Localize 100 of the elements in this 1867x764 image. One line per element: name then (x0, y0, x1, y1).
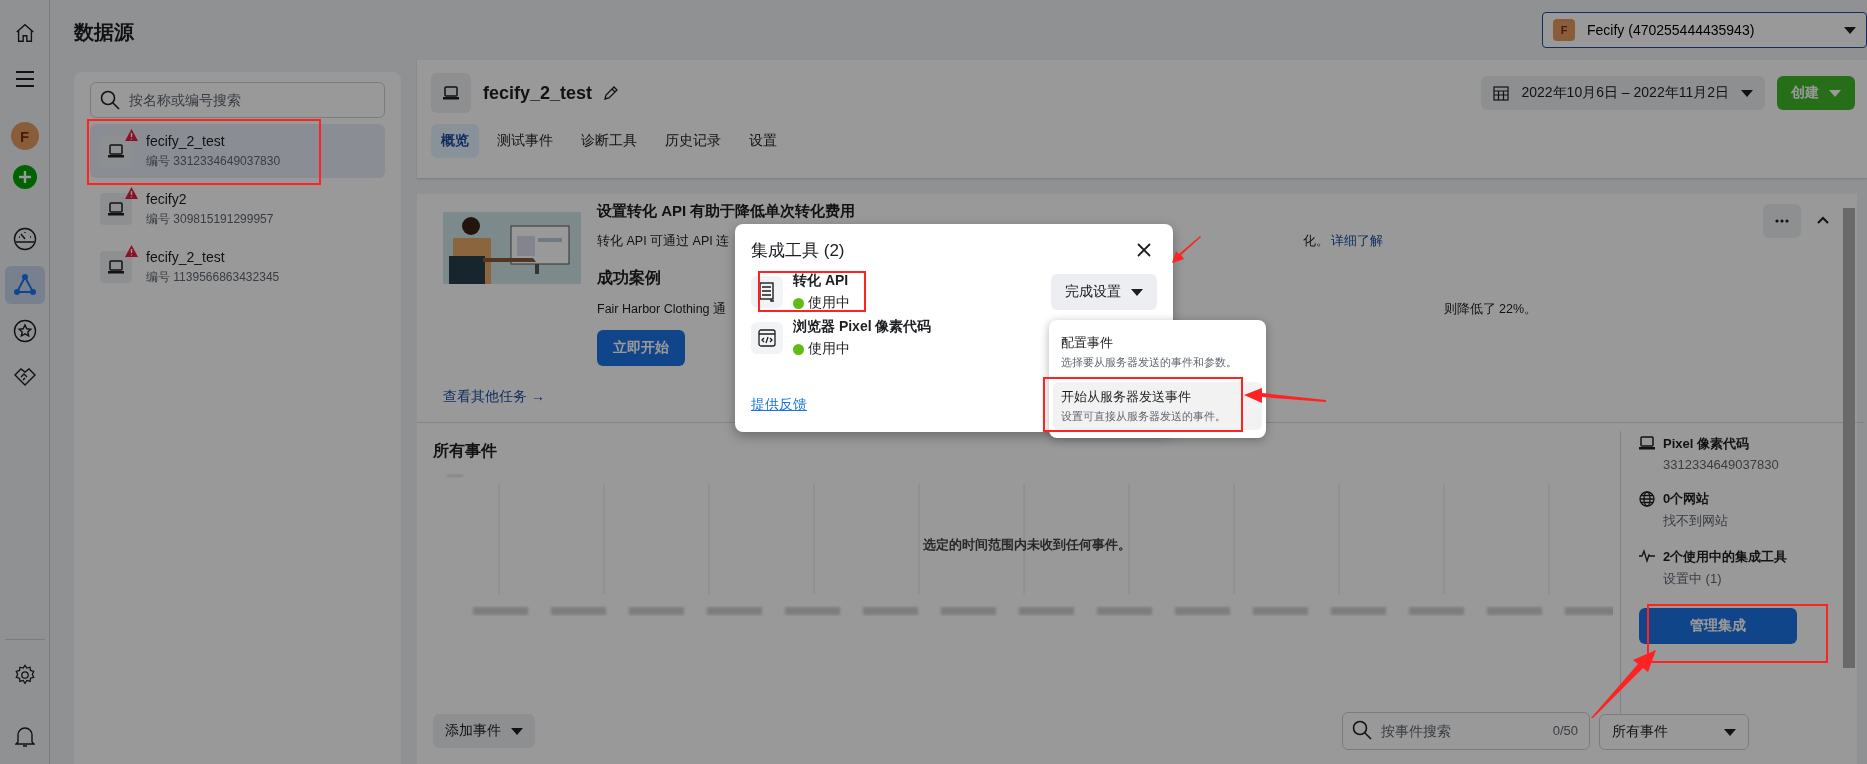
blurred-label (629, 607, 684, 615)
menu-item-title: 开始从服务器发送事件 (1061, 388, 1192, 406)
scrollbar[interactable] (1843, 208, 1855, 668)
search-icon (1352, 720, 1372, 740)
add-event-button[interactable]: 添加事件 (433, 714, 535, 748)
page-title: 数据源 (74, 19, 134, 45)
blurred-label (707, 607, 762, 615)
empty-message: 选定的时间范围内未收到任何事件。 (921, 536, 1132, 554)
handshake-icon[interactable] (12, 367, 37, 387)
pencil-icon[interactable] (604, 86, 619, 100)
source-item[interactable]: fecify_2_test 编号 3312334649037830 (90, 124, 385, 178)
pulse-icon (1639, 549, 1655, 563)
promo-title: 设置转化 API 有助于降低单次转化费用 (597, 202, 856, 221)
menu-item-title: 配置事件 (1061, 334, 1114, 352)
calendar-icon (1493, 85, 1510, 101)
section-title: 所有事件 (433, 441, 498, 461)
blurred-label (1019, 607, 1074, 615)
source-name: fecify_2_test (146, 248, 226, 265)
settings-icon[interactable] (13, 664, 36, 686)
summary-subtitle: 设置中 (1) (1663, 570, 1723, 588)
tab[interactable]: 设置 (739, 124, 787, 158)
blurred-label (1253, 607, 1308, 615)
source-title: fecify_2_test (483, 82, 593, 104)
annotation-arrow (1172, 236, 1202, 264)
home-icon[interactable] (13, 22, 36, 44)
globe-icon (1639, 491, 1655, 507)
menu-icon[interactable] (14, 70, 35, 88)
blurred-label (1175, 607, 1230, 615)
case-text: 则降低了 22%。 (1443, 301, 1537, 318)
summary-title: 2个使用中的集成工具 (1663, 548, 1788, 566)
case-text: Fair Harbor Clothing 通 (597, 301, 726, 318)
caret-icon (1724, 728, 1736, 736)
source-name: fecify2 (146, 190, 188, 207)
summary-subtitle: 3312334649037830 (1663, 457, 1779, 472)
date-range-button[interactable]: 2022年10月6日 – 2022年11月2日 (1481, 76, 1765, 110)
status-dot (793, 343, 804, 355)
character-count: 0/50 (1552, 723, 1578, 738)
source-id: 编号 3312334649037830 (146, 152, 281, 170)
menu-item-description: 选择要从服务器发送的事件和参数。 (1061, 355, 1238, 370)
promo-text: 化。 (1303, 233, 1329, 250)
gauge-icon[interactable] (12, 227, 37, 251)
search-field[interactable]: 按名称或编号搜索 (90, 82, 385, 118)
server-icon (759, 282, 775, 302)
rail-item[interactable] (4, 266, 45, 304)
tab[interactable]: 历史记录 (655, 124, 731, 158)
menu-item[interactable]: 配置事件 选择要从服务器发送的事件和参数。 (1053, 328, 1262, 376)
blurred-label (551, 607, 606, 615)
tab[interactable]: 测试事件 (487, 124, 563, 158)
blurred-label (863, 607, 918, 615)
source-id: 编号 1139566863432345 (146, 268, 280, 286)
other-tasks-link[interactable]: 查看其他任务 → (443, 388, 545, 406)
source-id: 编号 309815191299957 (146, 210, 274, 228)
integration-name: 转化 API (793, 272, 850, 290)
dialog-title: 集成工具 (2) (751, 239, 845, 262)
finish-setup-button[interactable]: 完成设置 (1051, 274, 1157, 310)
laptop-icon (443, 86, 459, 100)
integration-status: 使用中 (808, 340, 850, 358)
menu-item-description: 设置可直接从服务器发送的事件。 (1061, 409, 1227, 424)
summary-subtitle: 找不到网站 (1663, 512, 1728, 530)
integration-status: 使用中 (808, 294, 850, 312)
caret-icon (1131, 288, 1143, 296)
menu-item[interactable]: 开始从服务器发送事件 设置可直接从服务器发送的事件。 (1053, 382, 1262, 430)
summary-title: Pixel 像素代码 (1663, 435, 1750, 453)
annotation-arrow (1590, 650, 1656, 718)
blurred-label (785, 607, 840, 615)
more-icon (1775, 219, 1789, 223)
caret-icon (1829, 89, 1841, 97)
learn-more-link[interactable]: 详细了解 (1331, 233, 1383, 250)
laptop-icon (1639, 436, 1655, 450)
blurred-label (1409, 607, 1464, 615)
account-selector[interactable]: F Fecify (470255444435943) (1542, 12, 1867, 48)
collapse-icon[interactable] (1817, 216, 1829, 224)
case-title: 成功案例 (597, 268, 661, 288)
bell-icon[interactable] (14, 726, 35, 748)
laptop-icon (108, 260, 124, 274)
search-icon (100, 90, 120, 110)
tab[interactable]: 概览 (431, 124, 479, 158)
promo-text: 转化 API 可通过 API 连 (597, 233, 730, 250)
caret-icon (511, 727, 523, 735)
blurred-label (1565, 607, 1613, 615)
source-item[interactable]: fecify2 编号 309815191299957 (90, 182, 385, 236)
blurred-label (1487, 607, 1542, 615)
laptop-icon (108, 144, 124, 158)
add-icon[interactable] (12, 165, 37, 189)
blurred-label (1097, 607, 1152, 615)
tab[interactable]: 诊断工具 (571, 124, 647, 158)
source-name: fecify_2_test (146, 132, 226, 149)
integration-name: 浏览器 Pixel 像素代码 (793, 318, 932, 336)
caret-icon (1741, 89, 1753, 97)
blurred-label (1331, 607, 1386, 615)
close-icon[interactable] (1137, 243, 1151, 257)
event-filter-select[interactable]: 所有事件 (1599, 714, 1749, 750)
manage-integrations-button[interactable]: 管理集成 (1639, 608, 1797, 644)
laptop-icon (108, 202, 124, 216)
status-dot (793, 297, 804, 309)
caret-icon (1844, 26, 1856, 34)
code-window-icon (758, 329, 776, 347)
source-item[interactable]: fecify_2_test 编号 1139566863432345 (90, 240, 385, 294)
summary-title: 0个网站 (1663, 490, 1711, 508)
blurred-label (473, 607, 528, 615)
